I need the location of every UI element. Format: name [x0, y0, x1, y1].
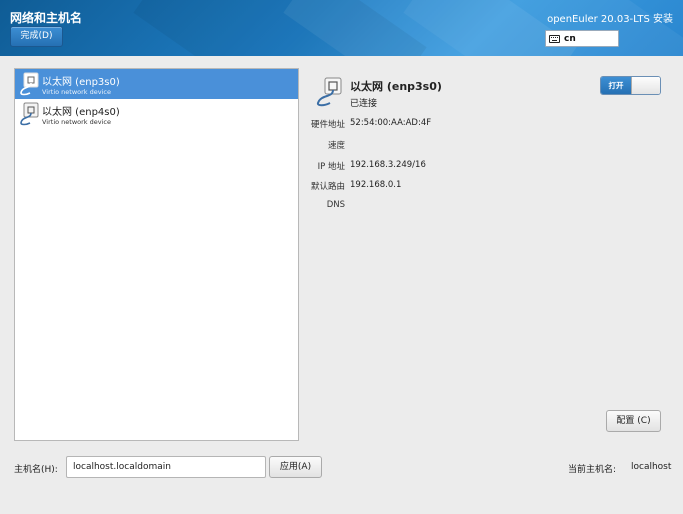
- device-row-enp4s0[interactable]: 以太网 (enp4s0) Virtio network device: [15, 99, 298, 129]
- hostname-input[interactable]: [66, 456, 266, 478]
- ip-address-value: 192.168.3.249/16: [350, 160, 426, 170]
- current-hostname-label: 当前主机名:: [568, 465, 617, 475]
- current-hostname-value: localhost: [631, 462, 672, 472]
- ip-address-label: IP 地址: [317, 162, 345, 172]
- ethernet-icon: [20, 72, 39, 96]
- device-description: Virtio network device: [42, 118, 111, 126]
- hardware-address-value: 52:54:00:AA:AD:4F: [350, 118, 432, 128]
- toggle-knob: [631, 77, 660, 94]
- product-title: openEuler 20.03-LTS 安装: [547, 14, 673, 25]
- connection-status: 已连接: [350, 99, 378, 109]
- keyboard-layout-indicator[interactable]: cn: [545, 30, 619, 47]
- keyboard-icon: [549, 34, 560, 43]
- default-route-value: 192.168.0.1: [350, 180, 402, 190]
- device-power-toggle[interactable]: 打开: [600, 76, 661, 95]
- hostname-label: 主机名(H):: [14, 465, 58, 475]
- toggle-on-label: 打开: [601, 77, 631, 94]
- hardware-address-label: 硬件地址: [310, 120, 345, 130]
- device-name: 以太网 (enp3s0): [42, 77, 120, 88]
- keyboard-layout-label: cn: [564, 33, 576, 44]
- dns-label: DNS: [326, 200, 345, 210]
- page-title: 网络和主机名: [10, 11, 83, 25]
- device-name: 以太网 (enp4s0): [42, 107, 120, 118]
- default-route-label: 默认路由: [310, 182, 345, 192]
- configure-button[interactable]: 配置 (C): [606, 410, 661, 432]
- device-description: Virtio network device: [42, 88, 111, 96]
- network-device-list: 以太网 (enp3s0) Virtio network device 以太网 (…: [14, 68, 299, 441]
- apply-button[interactable]: 应用(A): [269, 456, 322, 478]
- ethernet-icon: [20, 102, 39, 126]
- done-button[interactable]: 完成(D): [10, 26, 63, 47]
- speed-label: 速度: [327, 141, 345, 151]
- device-row-enp3s0[interactable]: 以太网 (enp3s0) Virtio network device: [15, 69, 298, 99]
- ethernet-icon: [316, 77, 342, 107]
- device-detail-name: 以太网 (enp3s0): [350, 80, 442, 93]
- header-bar: 网络和主机名 完成(D) openEuler 20.03-LTS 安装 cn: [0, 0, 683, 56]
